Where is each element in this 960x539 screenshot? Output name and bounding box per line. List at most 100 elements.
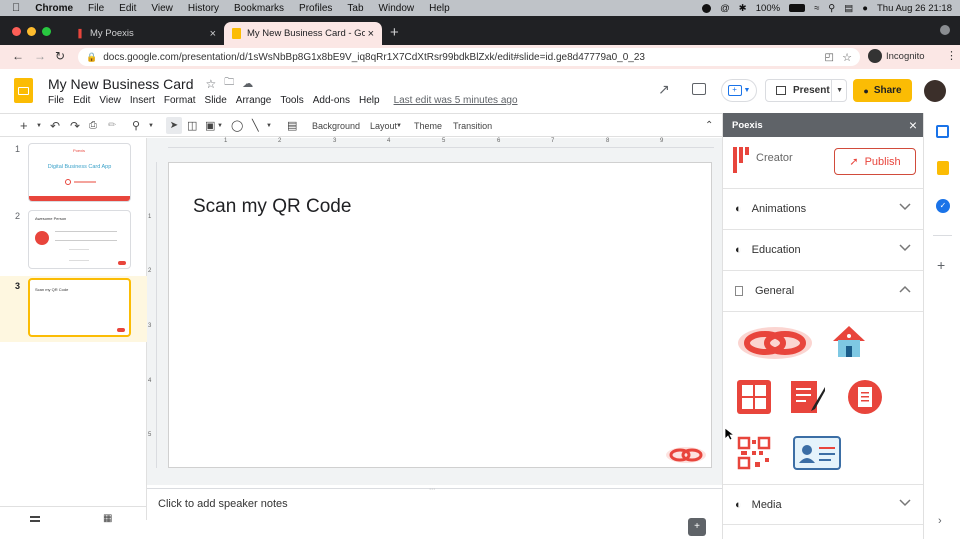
filmstrip-view-icon[interactable] bbox=[30, 516, 40, 522]
move-folder-icon[interactable]: 🗀 bbox=[224, 75, 234, 92]
slide-thumbnail-2[interactable]: Awesome Person bbox=[28, 210, 131, 269]
menubar-edit[interactable]: Edit bbox=[119, 3, 136, 14]
menubar-view[interactable]: View bbox=[151, 3, 173, 14]
menu-help[interactable]: Help bbox=[359, 95, 380, 106]
comments-icon[interactable] bbox=[692, 83, 706, 95]
section-education[interactable]: ◐ Education bbox=[723, 230, 923, 271]
sticker-link-icon[interactable] bbox=[737, 325, 813, 361]
sticker-clipboard-icon[interactable] bbox=[847, 379, 883, 415]
menubar-tab[interactable]: Tab bbox=[347, 3, 363, 14]
select-icon[interactable]: ➤ bbox=[166, 117, 182, 134]
menubar-history[interactable]: History bbox=[188, 3, 219, 14]
expand-panel-icon[interactable]: › bbox=[938, 515, 942, 527]
menubar-window[interactable]: Window bbox=[379, 3, 415, 14]
apple-icon[interactable]:  bbox=[12, 2, 20, 14]
search-icon[interactable]: ⚲ bbox=[828, 3, 835, 14]
sticker-qr-code-icon[interactable] bbox=[737, 436, 771, 470]
menubar-profiles[interactable]: Profiles bbox=[299, 3, 332, 14]
publish-button[interactable]: ➚ Publish bbox=[834, 148, 916, 175]
tasks-icon[interactable]: ✓ bbox=[936, 199, 950, 213]
menubar-app[interactable]: Chrome bbox=[35, 3, 73, 14]
undo-icon[interactable]: ↶ bbox=[50, 114, 60, 137]
new-slide-icon[interactable]: + bbox=[20, 114, 28, 137]
star-icon[interactable]: ☆ bbox=[206, 77, 217, 91]
sticker-edit-doc-icon[interactable] bbox=[789, 379, 827, 417]
sticker-home-icon[interactable] bbox=[829, 321, 869, 361]
reload-icon[interactable]: ↻ bbox=[55, 49, 65, 63]
shape-icon[interactable]: ◯ bbox=[231, 114, 243, 137]
tab-search-icon[interactable] bbox=[940, 25, 950, 35]
menu-slide[interactable]: Slide bbox=[205, 95, 227, 106]
present-button[interactable]: Present ▼ bbox=[765, 79, 847, 102]
zoom-icon[interactable]: ⚲ bbox=[132, 114, 140, 137]
chrome-menu-icon[interactable]: ⋮ bbox=[946, 49, 957, 62]
control-center-icon[interactable]: ▤ bbox=[844, 3, 853, 14]
layout-button[interactable]: Layout bbox=[370, 114, 397, 137]
tab-business-card[interactable]: My New Business Card - Goog × bbox=[224, 22, 382, 45]
doc-title[interactable]: My New Business Card bbox=[48, 76, 194, 92]
add-addon-icon[interactable]: + bbox=[937, 257, 945, 273]
forward-icon[interactable]: → bbox=[34, 49, 46, 63]
line-icon[interactable]: ╲ bbox=[252, 114, 259, 137]
meet-button[interactable]: + ▼ bbox=[721, 79, 757, 102]
menu-view[interactable]: View bbox=[99, 95, 121, 106]
menu-file[interactable]: File bbox=[48, 95, 64, 106]
share-button[interactable]: ● Share bbox=[853, 79, 912, 102]
image-icon[interactable]: ▣ bbox=[205, 114, 215, 137]
bookmark-star-icon[interactable]: ☆ bbox=[842, 51, 852, 64]
layout-dropdown-icon[interactable]: ▼ bbox=[396, 114, 402, 137]
menu-arrange[interactable]: Arrange bbox=[236, 95, 272, 106]
menubar-file[interactable]: File bbox=[88, 3, 104, 14]
notes-drag-handle[interactable]: ⋯ bbox=[429, 486, 435, 493]
zoom-dropdown-icon[interactable]: ▼ bbox=[148, 114, 154, 137]
tab-my-poexis[interactable]: ❚ My Poexis × bbox=[68, 22, 224, 45]
new-slide-dropdown-icon[interactable]: ▼ bbox=[36, 114, 42, 137]
last-edit-link[interactable]: Last edit was 5 minutes ago bbox=[394, 95, 518, 106]
slide-thumbnail-3[interactable]: Scan my QR Code bbox=[28, 278, 131, 337]
record-icon[interactable] bbox=[702, 3, 712, 13]
back-icon[interactable]: ← bbox=[12, 49, 24, 63]
menu-format[interactable]: Format bbox=[164, 95, 196, 106]
grid-view-icon[interactable]: ▦ bbox=[103, 513, 112, 524]
cloud-status-icon[interactable]: ☁ bbox=[242, 77, 253, 90]
url-text[interactable]: docs.google.com/presentation/d/1sWsNbBp8… bbox=[103, 52, 645, 63]
at-icon[interactable]: @ bbox=[720, 3, 730, 14]
speaker-notes[interactable]: ⋯ Click to add speaker notes + bbox=[147, 486, 722, 539]
menu-tools[interactable]: Tools bbox=[280, 95, 303, 106]
section-animations[interactable]: ◐ Animations bbox=[723, 189, 923, 230]
menubar-bookmarks[interactable]: Bookmarks bbox=[234, 3, 284, 14]
transition-button[interactable]: Transition bbox=[453, 114, 492, 137]
notes-placeholder[interactable]: Click to add speaker notes bbox=[158, 498, 288, 510]
sticker-dashboard-icon[interactable] bbox=[736, 379, 772, 415]
zoom-window-button[interactable] bbox=[42, 27, 51, 36]
calendar-icon[interactable] bbox=[936, 125, 949, 138]
present-dropdown-icon[interactable]: ▼ bbox=[831, 80, 843, 101]
paint-format-icon[interactable]: ✏ bbox=[108, 114, 116, 137]
background-button[interactable]: Background bbox=[312, 114, 360, 137]
close-sidebar-icon[interactable]: × bbox=[909, 117, 917, 133]
text-box-icon[interactable]: ◫ bbox=[187, 114, 197, 137]
omnibox[interactable]: 🔒 docs.google.com/presentation/d/1sWsNbB… bbox=[78, 48, 860, 66]
close-tab-icon[interactable]: × bbox=[368, 28, 374, 40]
menu-insert[interactable]: Insert bbox=[130, 95, 155, 106]
bluetooth-icon[interactable]: ✱ bbox=[739, 3, 747, 14]
line-dropdown-icon[interactable]: ▼ bbox=[266, 114, 272, 137]
close-tab-icon[interactable]: × bbox=[210, 28, 216, 40]
eye-off-icon[interactable]: ◰ bbox=[825, 52, 834, 63]
activity-icon[interactable]: ↗ bbox=[658, 81, 670, 98]
theme-button[interactable]: Theme bbox=[414, 114, 442, 137]
sticker-id-card-icon[interactable] bbox=[793, 436, 841, 470]
menubar-help[interactable]: Help bbox=[429, 3, 450, 14]
image-dropdown-icon[interactable]: ▼ bbox=[217, 114, 223, 137]
keep-icon[interactable] bbox=[937, 161, 949, 175]
user-icon[interactable]: ● bbox=[862, 3, 868, 14]
slides-logo-icon[interactable] bbox=[14, 78, 33, 103]
menu-edit[interactable]: Edit bbox=[73, 95, 90, 106]
comment-add-icon[interactable]: ▤ bbox=[287, 114, 297, 137]
redo-icon[interactable]: ↷ bbox=[70, 114, 80, 137]
menu-addons[interactable]: Add-ons bbox=[313, 95, 350, 106]
avatar[interactable] bbox=[924, 80, 946, 102]
wifi-icon[interactable]: ≈ bbox=[814, 3, 819, 14]
new-tab-button[interactable]: + bbox=[390, 24, 399, 41]
incognito-indicator[interactable]: Incognito bbox=[868, 49, 925, 63]
